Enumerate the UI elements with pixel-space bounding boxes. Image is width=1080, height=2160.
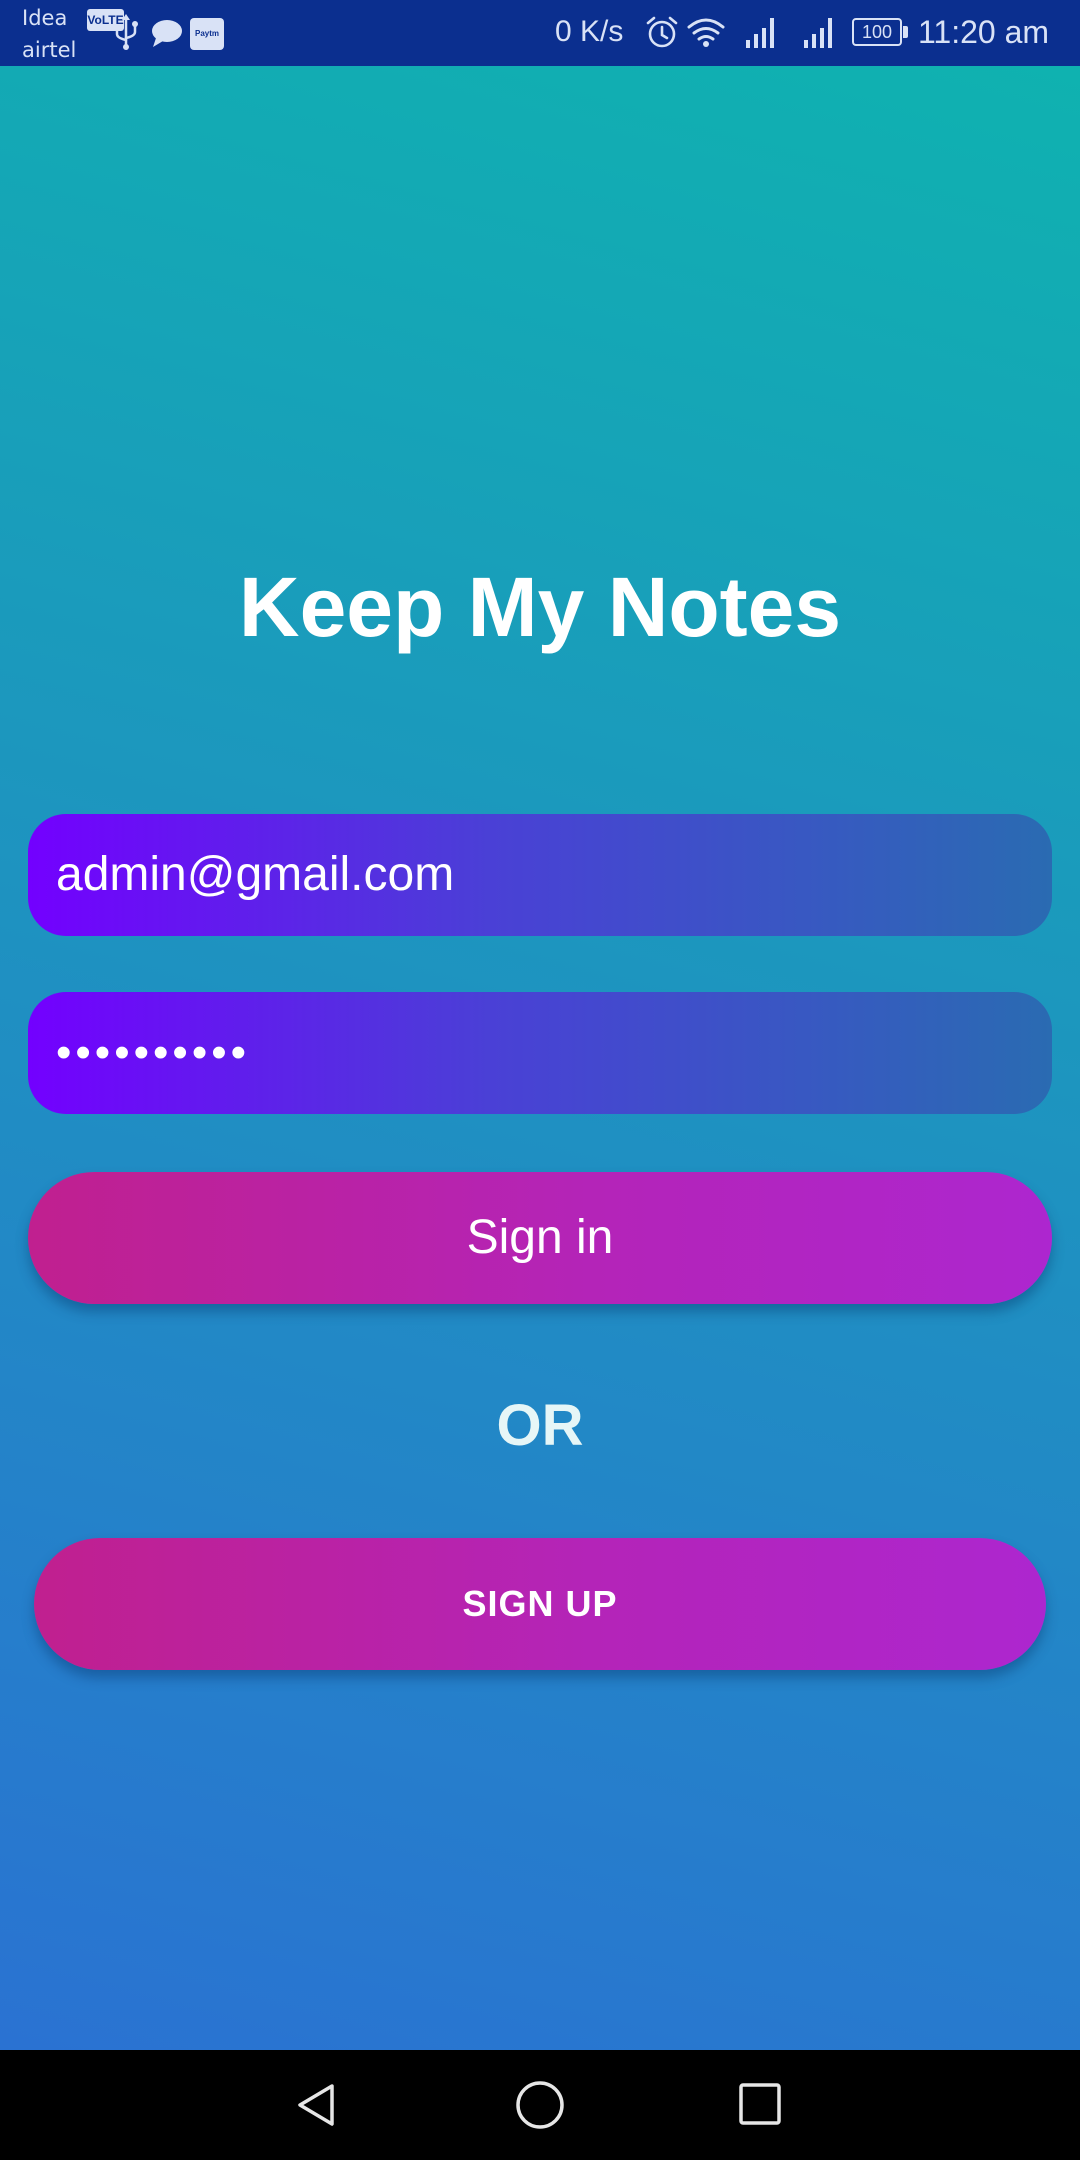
recents-icon[interactable] xyxy=(736,2080,784,2128)
battery-icon: 100 xyxy=(852,18,910,48)
login-screen: Keep My Notes admin@gmail.com ••••••••••… xyxy=(0,66,1080,2050)
alarm-icon xyxy=(646,16,678,48)
usb-icon xyxy=(115,14,138,50)
wifi-icon xyxy=(687,18,725,47)
email-value[interactable]: admin@gmail.com xyxy=(56,814,454,936)
back-icon[interactable] xyxy=(292,2080,342,2130)
status-bar: Idea VoLTE airtel Paytm 0 K/s 100 11:20 … xyxy=(0,0,1080,66)
app-title: Keep My Notes xyxy=(238,560,842,654)
or-divider: OR xyxy=(496,1393,584,1458)
chat-icon xyxy=(152,20,182,47)
battery-level: 100 xyxy=(852,18,902,46)
email-field[interactable]: admin@gmail.com xyxy=(28,814,1052,936)
sign-in-button[interactable]: Sign in xyxy=(28,1172,1052,1304)
paytm-icon: Paytm xyxy=(190,18,224,50)
password-value[interactable]: •••••••••• xyxy=(56,992,250,1114)
carrier-name-secondary: airtel xyxy=(22,38,77,62)
status-time: 11:20 am xyxy=(918,14,1050,50)
signal-icon xyxy=(746,18,774,48)
carrier-info: Idea VoLTE airtel xyxy=(22,4,124,64)
signal-icon xyxy=(804,18,832,48)
network-speed: 0 K/s xyxy=(555,15,624,48)
password-field[interactable]: •••••••••• xyxy=(28,992,1052,1114)
sign-up-button[interactable]: SIGN UP xyxy=(34,1538,1046,1670)
navigation-bar xyxy=(0,2050,1080,2160)
carrier-name-primary: Idea xyxy=(22,6,68,30)
home-icon[interactable] xyxy=(513,2078,567,2132)
